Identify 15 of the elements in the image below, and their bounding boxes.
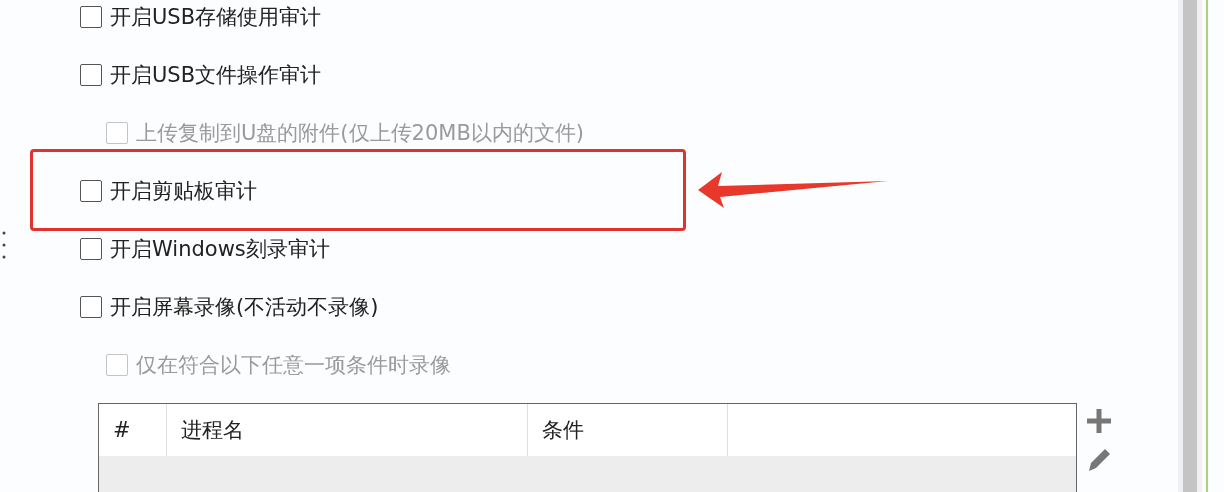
checkbox[interactable]: [80, 238, 102, 260]
checkbox[interactable]: [80, 180, 102, 202]
scrollbar-thumb[interactable]: [1183, 0, 1197, 492]
checkbox[interactable]: [80, 296, 102, 318]
option-label: 上传复制到U盘的附件(仅上传20MB以内的文件): [136, 120, 584, 147]
checkbox[interactable]: [80, 64, 102, 86]
option-label: 仅在符合以下任意一项条件时录像: [136, 352, 451, 379]
option-label: 开启屏幕录像(不活动不录像): [110, 294, 379, 321]
option-label: 开启USB存储使用审计: [110, 4, 322, 31]
checkbox[interactable]: [80, 6, 102, 28]
grip-icon[interactable]: [2, 230, 6, 260]
option-label: 开启剪贴板审计: [110, 178, 257, 205]
option-label: 开启Windows刻录审计: [110, 236, 330, 263]
option-label: 开启USB文件操作审计: [110, 62, 322, 89]
add-icon[interactable]: [1085, 407, 1113, 435]
